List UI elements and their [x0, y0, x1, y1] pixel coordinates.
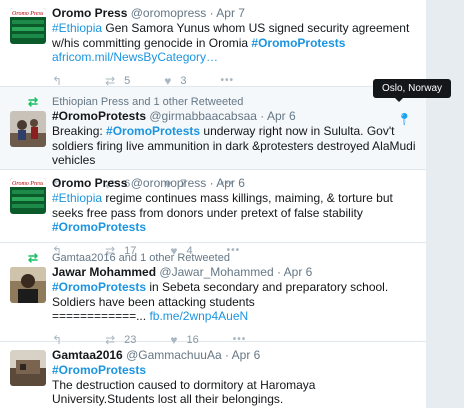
right-rail	[426, 0, 464, 408]
heart-icon: ♥	[164, 73, 172, 88]
reply-button[interactable]: ↰	[52, 74, 71, 88]
text-segment: ============...	[52, 309, 150, 323]
author-handle[interactable]: @GammachuuAa	[126, 348, 222, 362]
text-segment: The destruction caused to dormitory at H…	[52, 377, 316, 407]
text-segment: regime continues mass killings, maiming,…	[52, 191, 393, 220]
retweet-icon: ⇄	[105, 73, 116, 88]
location-tooltip: Oslo, Norway	[373, 79, 452, 102]
reply-icon: ↰	[52, 73, 63, 88]
author-handle[interactable]: @oromopress	[131, 6, 207, 20]
separator: ·	[209, 176, 214, 190]
separator: ·	[209, 6, 214, 20]
author-name[interactable]: Oromo Press	[52, 176, 127, 190]
hashtag[interactable]: #OromoProtests	[251, 36, 345, 50]
timestamp[interactable]: Apr 6	[267, 109, 296, 123]
hashtag[interactable]: #Ethiopia	[52, 21, 102, 35]
author-handle[interactable]: @oromopress	[131, 176, 207, 190]
author-name[interactable]: Gamtaa2016	[52, 348, 123, 362]
timestamp[interactable]: Apr 7	[216, 6, 245, 20]
tweet[interactable]: Gamtaa2016 @GammachuuAa · Apr 6 #OromoPr…	[0, 342, 426, 408]
separator: ·	[224, 348, 229, 362]
tweet-text: #OromoProtests The destruction caused to…	[52, 363, 416, 407]
timestamp[interactable]: Apr 6	[216, 176, 245, 190]
text-segment: Breaking:	[52, 124, 107, 138]
avatar[interactable]: Oromo Press	[10, 178, 46, 214]
retweet-context: ⇄ Gamtaa2016 and 1 other Retweeted	[28, 251, 416, 265]
retweet-icon: ⇄	[28, 251, 39, 265]
author-name[interactable]: Jawar Mohammed	[52, 265, 156, 279]
tweet[interactable]: Oromo Press Oromo Press @oromopress · Ap…	[0, 170, 426, 258]
author-name[interactable]: Oromo Press	[52, 6, 127, 20]
tweet-text: Breaking: #OromoProtests underway right …	[52, 124, 416, 168]
author-handle[interactable]: @Jawar_Mohammed	[159, 265, 273, 279]
tweet-header: Oromo Press @oromopress · Apr 7	[52, 6, 416, 21]
timestamp[interactable]: Apr 6	[284, 265, 313, 279]
hashtag[interactable]: #Ethiopia	[52, 191, 102, 205]
like-button[interactable]: ♥ 3	[164, 74, 186, 88]
tweet-link[interactable]: fb.me/2wnp4AueN	[149, 309, 248, 323]
more-icon[interactable]: •••	[221, 75, 235, 86]
hashtag[interactable]: #OromoProtests	[52, 363, 146, 377]
retweet-button[interactable]: ⇄ 5	[105, 74, 130, 88]
separator: ·	[260, 109, 265, 123]
separator: ·	[276, 265, 281, 279]
avatar[interactable]: Oromo Press	[10, 8, 46, 44]
avatar[interactable]	[10, 350, 46, 386]
tweet-header: Oromo Press @oromopress · Apr 6	[52, 176, 416, 191]
tweet-header: Jawar Mohammed @Jawar_Mohammed · Apr 6	[52, 265, 416, 280]
tweet-text: #Ethiopia regime continues mass killings…	[52, 191, 416, 235]
text-segment: Gen Samora Yunus whom US signed security…	[52, 21, 410, 50]
tweet[interactable]: Oromo Press Oromo Press @oromopress · Ap…	[0, 0, 426, 88]
tweet[interactable]: ⇄ Ethiopian Press and 1 other Retweeted #…	[0, 87, 426, 191]
like-count: 3	[180, 74, 187, 87]
hashtag[interactable]: #OromoProtests	[52, 280, 146, 294]
tweet-header: Gamtaa2016 @GammachuuAa · Apr 6	[52, 348, 416, 363]
context-label[interactable]: Ethiopian Press and 1 other Retweeted	[52, 96, 243, 108]
retweet-icon: ⇄	[28, 95, 39, 109]
svg-text:Oromo Press: Oromo Press	[12, 11, 44, 17]
retweet-count: 5	[124, 74, 131, 87]
tweet[interactable]: ⇄ Gamtaa2016 and 1 other Retweeted Jawar …	[0, 243, 426, 347]
svg-text:Oromo Press: Oromo Press	[12, 181, 44, 187]
avatar[interactable]	[10, 111, 46, 147]
tweet-text: #OromoProtests in Sebeta secondary and p…	[52, 280, 416, 324]
hashtag[interactable]: #OromoProtests	[106, 124, 200, 138]
timeline: Oromo Press Oromo Press @oromopress · Ap…	[0, 0, 426, 408]
context-label[interactable]: Gamtaa2016 and 1 other Retweeted	[52, 252, 230, 264]
author-handle[interactable]: @girmabbaacabsaa	[149, 109, 257, 123]
location-pin-icon[interactable]: 📍︎	[397, 112, 412, 126]
author-name[interactable]: #OromoProtests	[52, 109, 146, 123]
retweet-context: ⇄ Ethiopian Press and 1 other Retweeted	[28, 95, 416, 109]
tweet-header: #OromoProtests @girmabbaacabsaa · Apr 6	[52, 109, 416, 124]
avatar[interactable]	[10, 267, 46, 303]
hashtag[interactable]: #OromoProtests	[52, 220, 146, 234]
tweet-text: #Ethiopia Gen Samora Yunus whom US signe…	[52, 21, 416, 65]
timestamp[interactable]: Apr 6	[232, 348, 261, 362]
tweet-link[interactable]: africom.mil/NewsByCategory…	[52, 50, 218, 64]
